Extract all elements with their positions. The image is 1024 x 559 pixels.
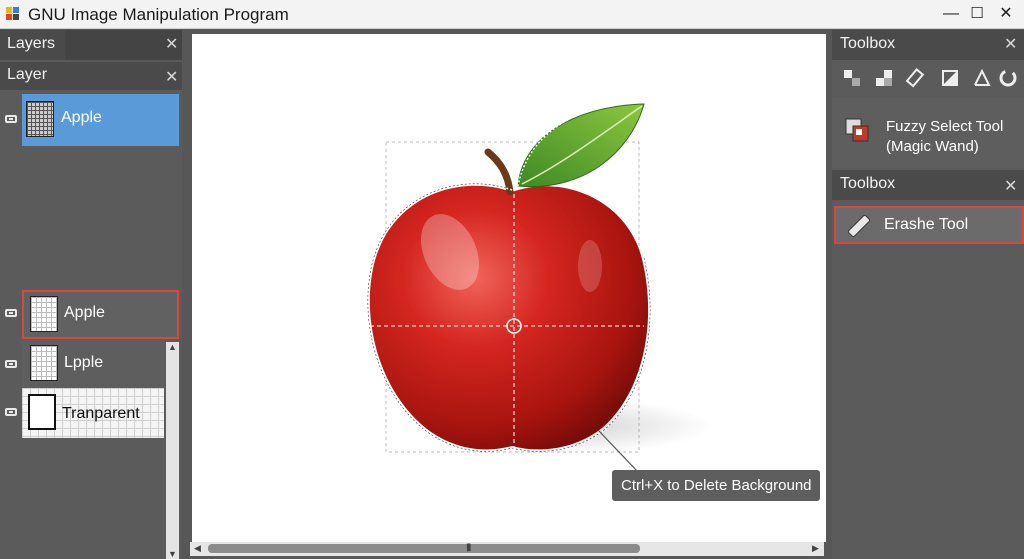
erase-tool-button[interactable]: Erashe Tool: [834, 206, 1024, 244]
toolbox-header-secondary[interactable]: Toolbox: [832, 170, 1024, 200]
layer-thumbnail: [28, 394, 56, 430]
rotate-icon[interactable]: [998, 68, 1018, 88]
eraser-tool-icon: [846, 213, 872, 244]
layer-row-lpple[interactable]: Lpple: [0, 340, 182, 388]
visibility-eye-icon[interactable]: [5, 115, 17, 123]
close-layers-panel-icon[interactable]: ✕: [165, 34, 178, 54]
scroll-right-arrow-icon[interactable]: ▶: [812, 543, 819, 554]
visibility-eye-icon[interactable]: [5, 360, 17, 368]
layer-thumbnail: [26, 101, 54, 137]
layer-label: Lpple: [64, 354, 104, 371]
close-window-button[interactable]: ✕: [995, 3, 1017, 25]
scrollbar-thumb[interactable]: [208, 544, 640, 553]
layer-label: Apple: [61, 109, 102, 126]
apple-image: [367, 101, 712, 473]
maximize-button[interactable]: ☐: [966, 3, 988, 25]
close-toolbox-secondary-icon[interactable]: ✕: [1004, 176, 1017, 196]
image-canvas[interactable]: [192, 34, 826, 542]
toolbox-panel: Toolbox ✕ Fuzzy Select Tool (Magic Wand)…: [832, 30, 1024, 559]
layer-thumbnail: [30, 345, 58, 381]
toolbox-header[interactable]: Toolbox: [832, 30, 1024, 60]
window-title: GNU Image Manipulation Program: [28, 5, 289, 24]
fuzzy-select-tool[interactable]: Fuzzy Select Tool (Magic Wand): [832, 98, 1024, 168]
scroll-left-arrow-icon[interactable]: ◀: [194, 543, 201, 554]
layers-panel: Layers ✕ Layer ✕ Apple Apple Lpple Tranp…: [0, 30, 182, 559]
fuzzy-tool-sublabel: (Magic Wand): [886, 138, 979, 155]
minimize-button[interactable]: —: [940, 3, 962, 25]
delete-background-tooltip: Ctrl+X to Delete Background: [612, 470, 820, 501]
color-select-icon[interactable]: [874, 68, 894, 88]
title-bar: GNU Image Manipulation Program — ☐ ✕: [0, 0, 1024, 29]
layer-thumbnail: [30, 296, 58, 332]
erase-tool-label: Erashe Tool: [884, 216, 969, 233]
fuzzy-tool-label: Fuzzy Select Tool: [886, 118, 1004, 135]
layers-scrollbar[interactable]: ▲ ▼: [166, 342, 179, 559]
visibility-eye-icon[interactable]: [5, 408, 17, 416]
layer-row-transparent[interactable]: Tranparent: [0, 388, 182, 438]
fill-icon[interactable]: [940, 68, 960, 88]
canvas-horizontal-scrollbar[interactable]: ◀ ▮ ▶: [190, 542, 824, 556]
layer-label: Tranparent: [62, 405, 140, 422]
close-toolbox-icon[interactable]: ✕: [1004, 34, 1017, 54]
tab-layers[interactable]: Layers: [0, 30, 65, 60]
scroll-grip-icon: ▮: [466, 542, 472, 553]
scroll-down-arrow-icon[interactable]: ▼: [168, 549, 177, 559]
rect-select-icon[interactable]: [842, 68, 862, 88]
layer-row-apple-selected[interactable]: Apple: [0, 94, 182, 146]
eraser-icon[interactable]: [905, 68, 926, 88]
measure-icon[interactable]: [972, 68, 992, 88]
gimp-window: GNU Image Manipulation Program — ☐ ✕ Lay…: [0, 0, 1024, 559]
layer-label: Apple: [64, 304, 105, 321]
layer-row-apple[interactable]: Apple: [0, 288, 182, 340]
gimp-app-icon: [6, 7, 20, 21]
visibility-eye-icon[interactable]: [5, 309, 17, 317]
layer-subheader: Layer: [0, 62, 182, 90]
close-layer-subpanel-icon[interactable]: ✕: [165, 67, 178, 87]
fuzzy-select-icon: [845, 118, 869, 142]
tool-icons-row: [832, 62, 1024, 96]
scroll-up-arrow-icon[interactable]: ▲: [168, 342, 177, 352]
